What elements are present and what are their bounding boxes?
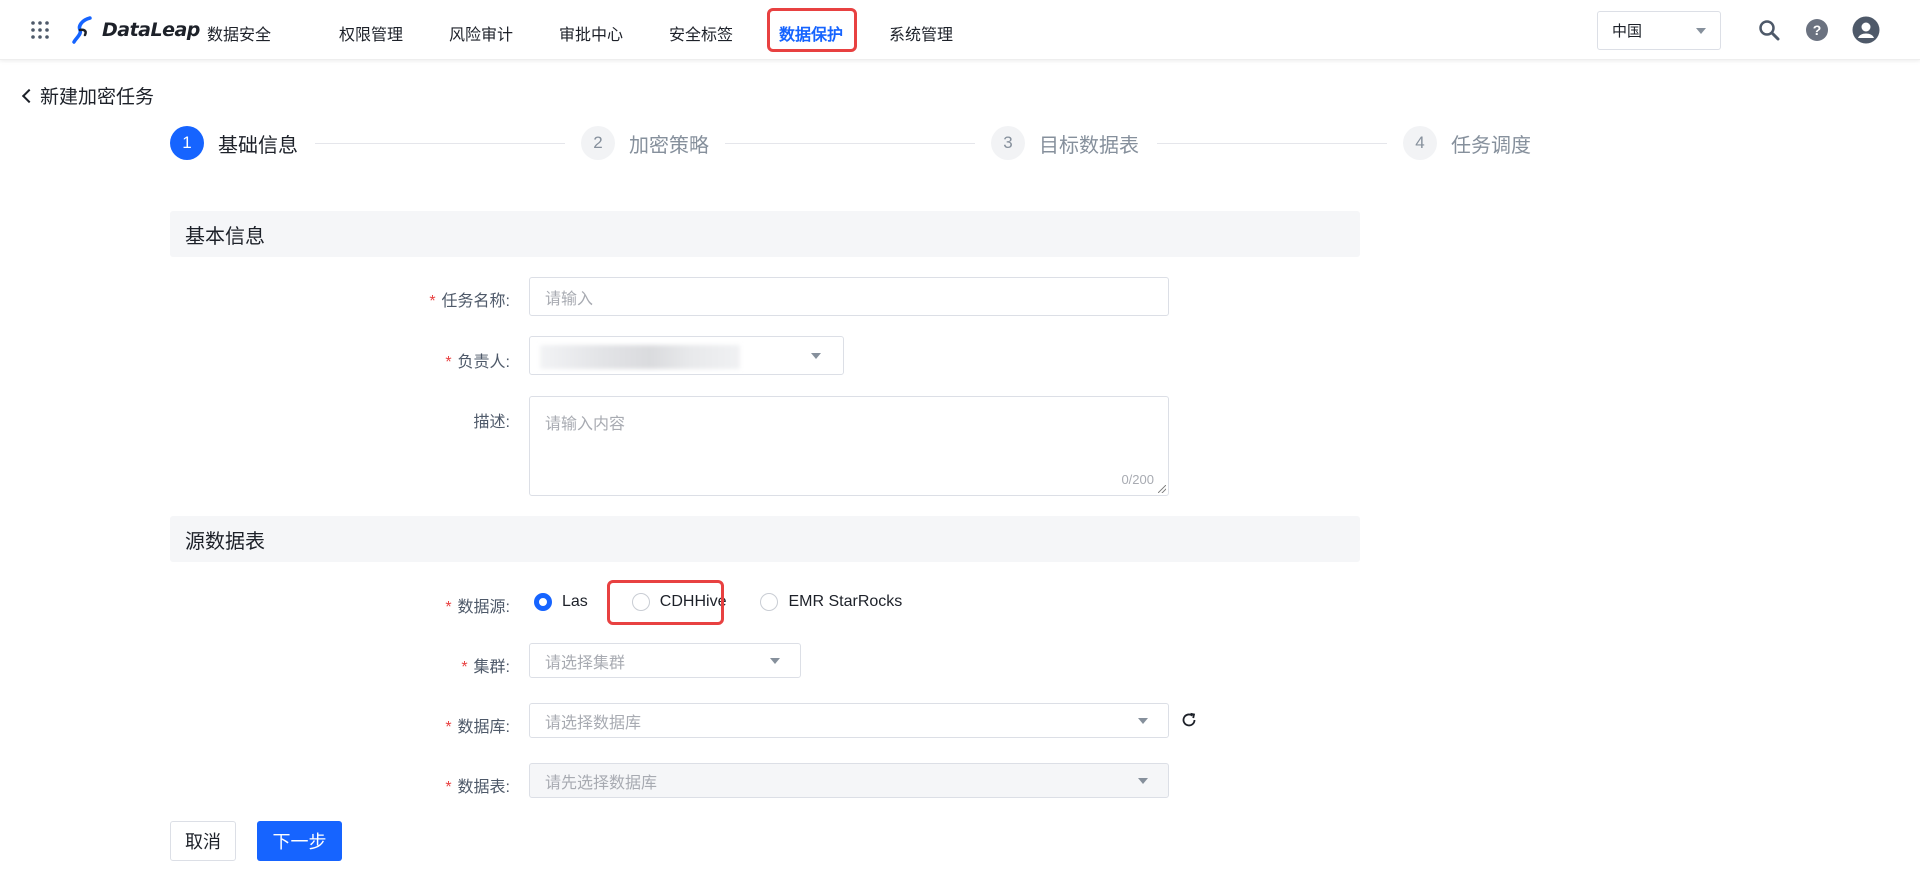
step-number: 1 <box>170 126 204 160</box>
section-header-basic: 基本信息 <box>170 211 1360 257</box>
chevron-down-icon <box>1138 717 1148 724</box>
svg-text:?: ? <box>1813 22 1822 38</box>
radio-las[interactable]: Las <box>534 593 588 611</box>
required-mark: * <box>445 719 452 736</box>
nav-item-risk-audit[interactable]: 风险审计 <box>449 21 513 45</box>
radio-checked-icon <box>534 593 552 611</box>
database-select[interactable]: 请选择数据库 <box>529 703 1169 738</box>
top-navbar: DataLeap 数据安全 权限管理 风险审计 审批中心 安全标签 数据保护 系… <box>0 0 1920 60</box>
nav-item-permission[interactable]: 权限管理 <box>339 21 403 45</box>
radio-highlight-box <box>607 580 724 625</box>
logo-text: DataLeap <box>102 19 200 41</box>
table-select[interactable]: 请先选择数据库 <box>529 763 1169 798</box>
owner-label: * 负责人: <box>445 354 510 371</box>
required-mark: * <box>445 779 452 796</box>
help-icon[interactable]: ? <box>1805 18 1829 42</box>
next-step-button[interactable]: 下一步 <box>257 821 342 861</box>
cluster-placeholder: 请选择集群 <box>545 654 626 672</box>
database-label: * 数据库: <box>445 719 510 736</box>
step-number: 4 <box>1403 126 1437 160</box>
step-connector <box>725 143 975 144</box>
cluster-label: * 集群: <box>461 659 510 676</box>
step-basic-info: 1 基础信息 <box>170 126 298 160</box>
step-task-schedule: 4 任务调度 <box>1403 126 1531 160</box>
step-label: 任务调度 <box>1451 134 1531 157</box>
datasource-label: * 数据源: <box>445 599 510 616</box>
chevron-down-icon <box>1696 27 1706 34</box>
table-label: * 数据表: <box>445 779 510 796</box>
chevron-down-icon <box>1138 777 1148 784</box>
page-title: 新建加密任务 <box>40 87 155 108</box>
resize-handle-icon[interactable] <box>1158 485 1166 493</box>
cancel-button[interactable]: 取消 <box>170 821 236 861</box>
cluster-select[interactable]: 请选择集群 <box>529 643 801 678</box>
step-label: 加密策略 <box>629 134 709 157</box>
nav-item-system[interactable]: 系统管理 <box>889 21 953 45</box>
back-button[interactable]: 新建加密任务 <box>21 82 155 109</box>
database-placeholder: 请选择数据库 <box>545 714 642 732</box>
task-name-label: * 任务名称: <box>429 293 510 310</box>
task-name-placeholder: 请输入 <box>545 290 594 308</box>
chevron-down-icon <box>811 352 821 359</box>
step-encryption-policy: 2 加密策略 <box>581 126 709 160</box>
description-placeholder: 请输入内容 <box>545 416 626 433</box>
required-mark: * <box>461 659 468 676</box>
refresh-icon[interactable] <box>1180 711 1198 729</box>
description-textarea[interactable]: 请输入内容 0/200 <box>529 396 1169 496</box>
datasource-radio-group: Las CDHHive EMR StarRocks <box>534 589 932 615</box>
chevron-left-icon <box>21 88 37 103</box>
step-number: 3 <box>991 126 1025 160</box>
region-select[interactable]: 中国 <box>1597 11 1721 50</box>
owner-value-redacted <box>540 345 740 369</box>
nav-highlight-box <box>767 8 857 52</box>
step-number: 2 <box>581 126 615 160</box>
app-grid-icon[interactable] <box>30 20 50 40</box>
required-mark: * <box>445 599 452 616</box>
description-label: 描述: <box>473 414 510 431</box>
required-mark: * <box>429 293 436 310</box>
chevron-down-icon <box>770 657 780 664</box>
task-name-input[interactable]: 请输入 <box>529 277 1169 316</box>
step-connector <box>315 143 565 144</box>
section-header-source: 源数据表 <box>170 516 1360 562</box>
product-name: 数据安全 <box>207 27 272 44</box>
user-avatar-icon[interactable] <box>1852 16 1880 44</box>
radio-emr-starrocks[interactable]: EMR StarRocks <box>760 593 902 611</box>
step-label: 基础信息 <box>218 134 298 157</box>
step-connector <box>1157 143 1387 144</box>
region-select-value: 中国 <box>1612 23 1643 40</box>
table-placeholder: 请先选择数据库 <box>545 774 658 792</box>
nav-item-security-tags[interactable]: 安全标签 <box>669 21 733 45</box>
required-mark: * <box>445 354 452 371</box>
search-icon[interactable] <box>1757 18 1781 42</box>
char-counter: 0/200 <box>1121 472 1154 487</box>
nav-item-approval[interactable]: 审批中心 <box>559 21 623 45</box>
step-target-table: 3 目标数据表 <box>991 126 1139 160</box>
dataleap-logo[interactable]: DataLeap <box>72 16 200 44</box>
step-label: 目标数据表 <box>1039 134 1139 157</box>
owner-select[interactable] <box>529 336 844 375</box>
radio-unchecked-icon <box>760 593 779 611</box>
dataleap-logo-icon <box>72 16 92 44</box>
